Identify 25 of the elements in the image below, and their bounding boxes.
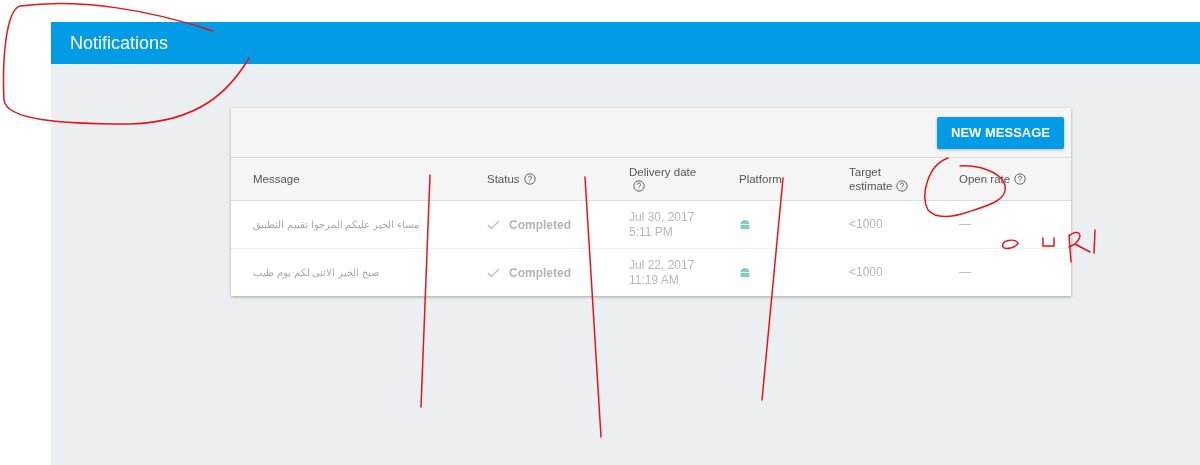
column-header: Message [253, 172, 301, 186]
help-icon[interactable] [896, 180, 909, 192]
android-icon [739, 218, 751, 230]
message-text: مساء الخير عليكم المرجوا تقييم التطبيق [253, 219, 419, 230]
check-icon [487, 267, 500, 278]
help-icon[interactable] [633, 180, 645, 192]
check-icon [487, 219, 500, 230]
message-text: صبح الخير الاثنى لكم يوم طيب [253, 267, 379, 278]
status-text: Completed [509, 265, 571, 280]
column-header: Delivery date [629, 165, 701, 193]
help-icon[interactable] [523, 173, 536, 185]
open-rate: — [959, 217, 972, 232]
status-text: Completed [509, 217, 571, 232]
target-estimate: <1000 [849, 217, 884, 232]
column-header: Target estimate [849, 165, 921, 193]
column-header: Platform [739, 172, 783, 186]
new-message-button[interactable]: NEW MESSAGE [937, 116, 1064, 149]
help-icon[interactable] [1014, 173, 1027, 185]
delivery-date: Jul 30, 2017 5:11 PM [629, 209, 696, 240]
delivery-date: Jul 22, 2017 11:19 AM [629, 257, 696, 288]
android-icon [739, 266, 751, 278]
column-header: Status [487, 172, 559, 186]
open-rate: — [959, 265, 972, 280]
app-title: Notifications [70, 32, 169, 54]
target-estimate: <1000 [849, 265, 884, 280]
